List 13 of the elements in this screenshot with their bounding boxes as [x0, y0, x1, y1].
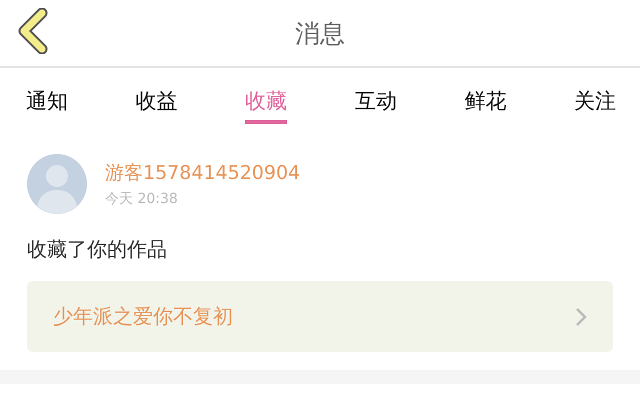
- message-text: 收藏了你的作品: [27, 236, 168, 263]
- tab[interactable]: 关注: [574, 68, 616, 124]
- page-title: 消息: [295, 18, 345, 50]
- tab[interactable]: 互动: [354, 68, 397, 124]
- message-time: 今天 20:38: [105, 190, 179, 208]
- chevron-right-icon: [575, 306, 587, 326]
- tab[interactable]: 鲜花: [464, 68, 506, 124]
- back-button[interactable]: [16, 8, 50, 54]
- back-icon: [16, 8, 50, 54]
- tab[interactable]: 通知: [26, 68, 68, 124]
- tab[interactable]: 收益: [136, 68, 178, 124]
- work-title: 少年派之爱你不复初: [53, 303, 233, 330]
- avatar-icon: [27, 154, 87, 214]
